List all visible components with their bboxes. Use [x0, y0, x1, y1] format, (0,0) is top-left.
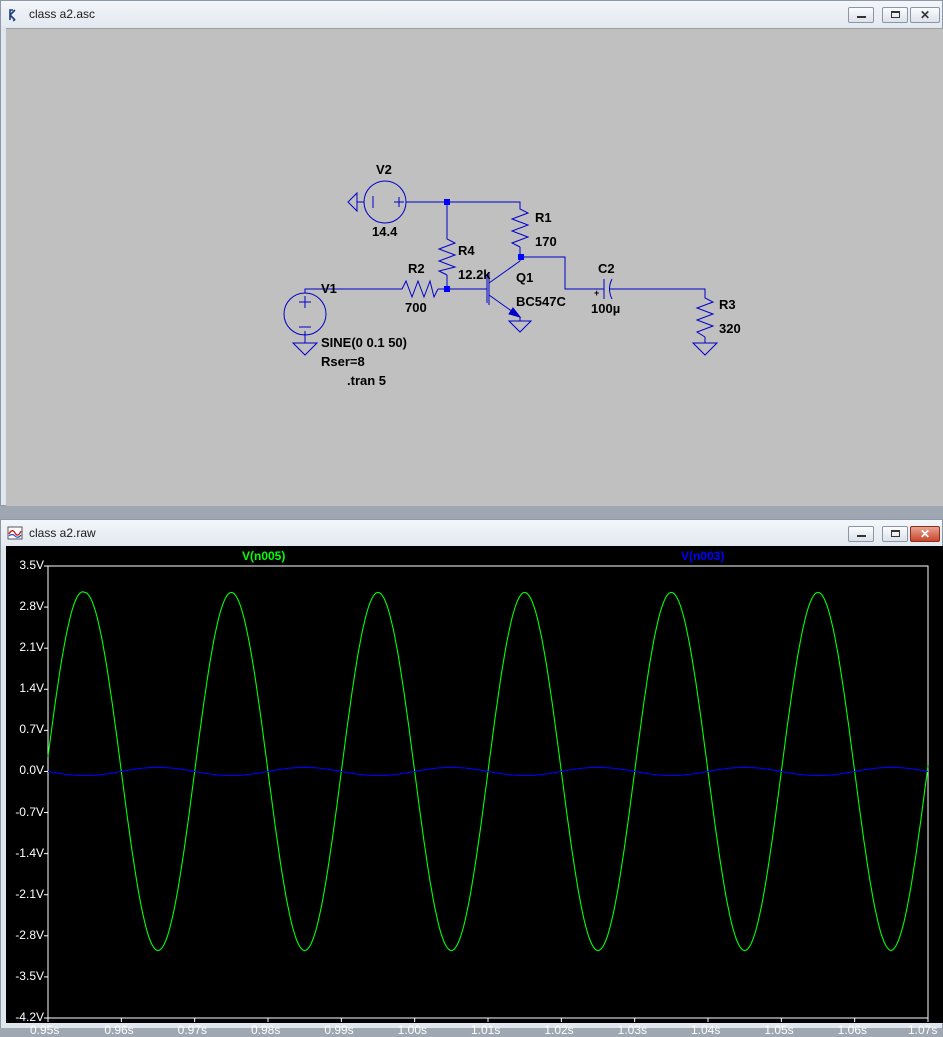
- c2-value: 100µ: [591, 301, 621, 316]
- x-tick-label: 0.97s: [177, 1023, 208, 1037]
- v2-label: V2: [376, 162, 392, 177]
- junction-dot: [518, 254, 524, 260]
- x-tick-label: 1.04s: [691, 1023, 721, 1037]
- junction-dot: [444, 199, 450, 205]
- c2-capacitor[interactable]: +: [594, 278, 617, 300]
- v1-source[interactable]: [283, 292, 327, 336]
- c2-label: C2: [598, 261, 615, 276]
- plot-frame: [47, 565, 929, 1019]
- waveform-app-icon: [7, 526, 23, 540]
- spice-directive[interactable]: .tran 5: [347, 373, 386, 388]
- maximize-button[interactable]: [882, 7, 908, 23]
- maximize-icon: [891, 11, 900, 18]
- v1-label: V1: [321, 281, 337, 296]
- schematic-titlebar[interactable]: class a2.asc ✕: [1, 1, 942, 27]
- x-tick-label: 0.99s: [324, 1023, 354, 1037]
- close-button[interactable]: ✕: [910, 526, 940, 542]
- minimize-icon: [857, 16, 866, 18]
- r4-value: 12.2k: [458, 267, 491, 282]
- waveform-plot[interactable]: 3.5V 2.8V 2.1V 1.4V 0.7V 0.0V -0.7V -1.4V -2.1V -…: [6, 546, 943, 1037]
- ground-icon: [691, 342, 719, 356]
- schematic-wires: [304, 201, 706, 343]
- ground-icon: [507, 320, 533, 333]
- junction-dot: [444, 286, 450, 292]
- r2-value: 700: [405, 300, 427, 315]
- r1-resistor[interactable]: [510, 206, 530, 248]
- r3-resistor[interactable]: [695, 295, 715, 338]
- wire: [304, 288, 399, 293]
- x-tick-label: 1.01s: [471, 1023, 501, 1037]
- minimize-button[interactable]: [848, 7, 874, 23]
- r1-value: 170: [535, 234, 557, 249]
- ground-icon: [347, 191, 358, 213]
- minimize-button[interactable]: [848, 526, 874, 542]
- r3-value: 320: [719, 321, 741, 336]
- q1-value: BC547C: [516, 294, 566, 309]
- maximize-icon: [891, 530, 900, 537]
- maximize-button[interactable]: [882, 526, 908, 542]
- close-button[interactable]: ✕: [910, 7, 940, 23]
- r2-resistor[interactable]: [399, 279, 439, 299]
- x-tick-label: 1.07s: [908, 1023, 938, 1037]
- minimize-icon: [857, 535, 866, 537]
- waveform-window[interactable]: class a2.raw ✕ 3.5V 2.8V 2.1V 1.4V 0.7V 0.0V -…: [0, 519, 943, 1037]
- v1-value: SINE(0 0.1 50): [321, 335, 407, 350]
- waveform-titlebar[interactable]: class a2.raw ✕: [1, 520, 942, 546]
- x-tick-label: 1.00s: [397, 1023, 428, 1037]
- wire: [617, 288, 706, 295]
- waveform-window-title: class a2.raw: [29, 526, 96, 540]
- r3-label: R3: [719, 297, 736, 312]
- schematic-canvas[interactable]: + V2 14.4 R1 170 R4 12.2k R2 700 Q1 BC54…: [6, 28, 943, 506]
- q1-emitter-arrow-icon: [508, 307, 522, 318]
- svg-text:+: +: [594, 288, 599, 298]
- schematic-window-title: class a2.asc: [29, 7, 96, 21]
- q1-label: Q1: [516, 270, 534, 285]
- schematic-window[interactable]: class a2.asc ✕ + V2 14.4 R1 170 R4 12.2k…: [0, 0, 943, 506]
- x-tick-label: 0.98s: [251, 1023, 281, 1037]
- ground-icon: [291, 342, 319, 356]
- schematic-app-icon: [9, 9, 16, 22]
- x-tick-label: 1.05s: [764, 1023, 794, 1037]
- x-tick-label: 1.03s: [617, 1023, 648, 1037]
- r1-label: R1: [535, 210, 552, 225]
- v2-source[interactable]: [347, 180, 407, 224]
- r2-label: R2: [408, 261, 425, 276]
- close-icon: ✕: [919, 527, 931, 541]
- v2-value: 14.4: [372, 224, 398, 239]
- x-tick-label: 0.95s: [30, 1023, 60, 1037]
- x-tick-label: 1.06s: [837, 1023, 868, 1037]
- x-tick-label: 0.96s: [104, 1023, 134, 1037]
- r4-label: R4: [458, 243, 475, 258]
- plot-svg[interactable]: [6, 546, 943, 1023]
- x-tick-label: 1.02s: [544, 1023, 574, 1037]
- wire: [406, 201, 521, 206]
- close-icon: ✕: [919, 8, 931, 22]
- r4-resistor[interactable]: [437, 236, 457, 276]
- v1-series-resistance: Rser=8: [321, 354, 365, 369]
